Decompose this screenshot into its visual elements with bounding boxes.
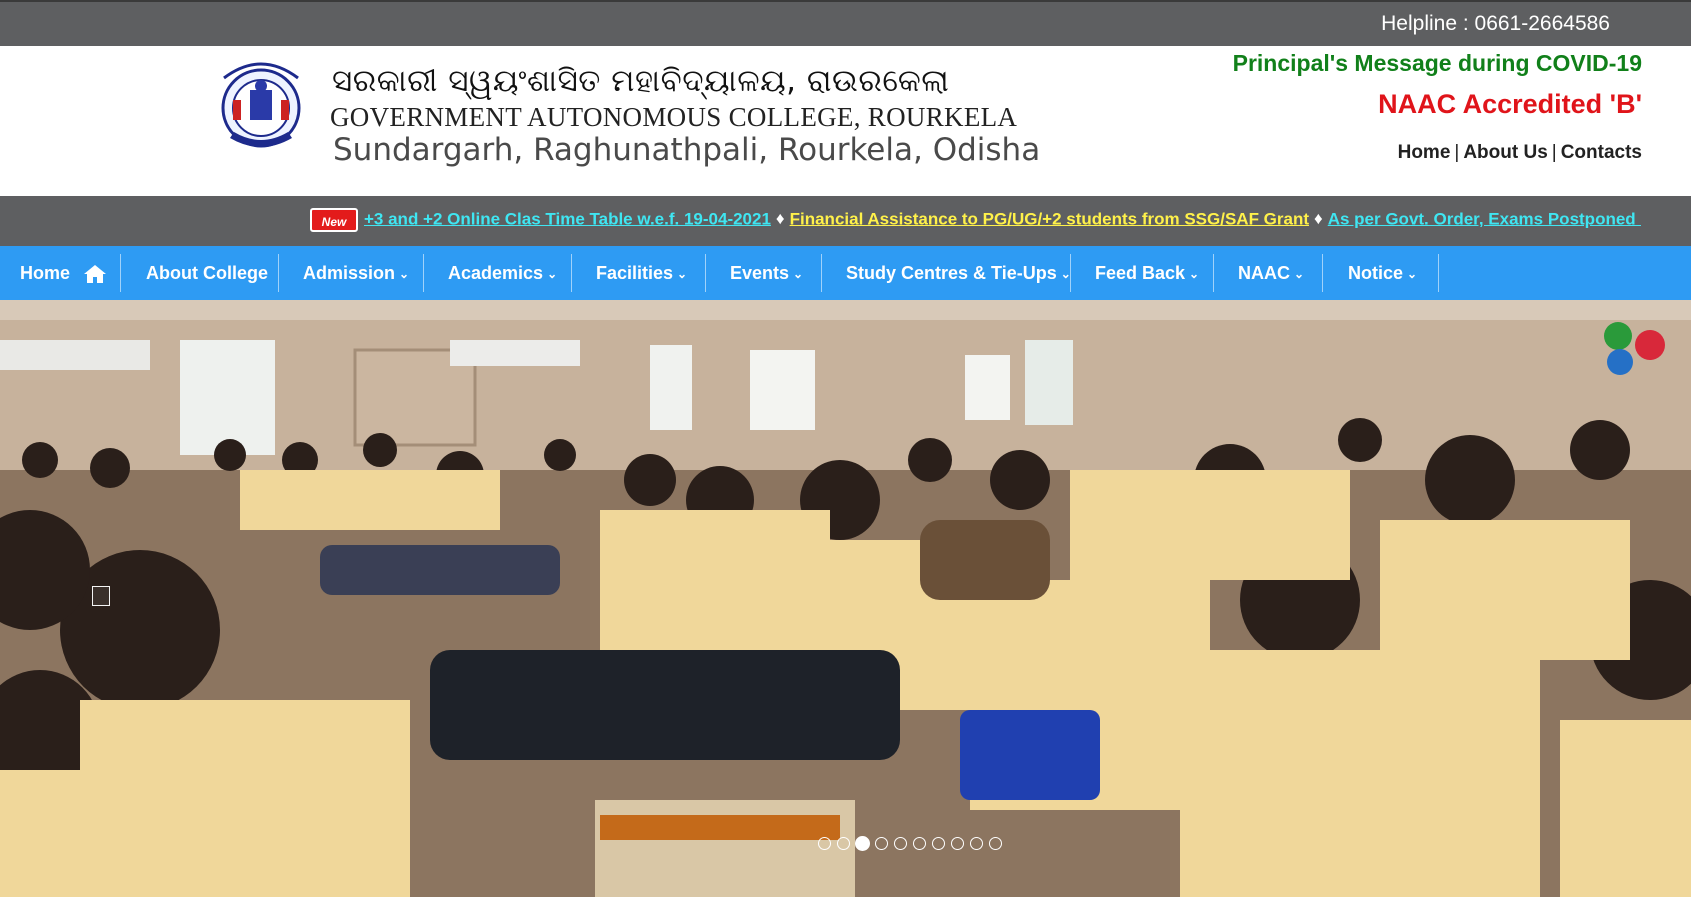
top-bar: Helpline : 0661-2664586 bbox=[0, 0, 1691, 46]
nav-academics-label: Academics bbox=[448, 263, 544, 283]
chevron-down-icon: ⌄ bbox=[1407, 267, 1418, 281]
ticker-separator: ♦ bbox=[775, 209, 785, 229]
nav-events[interactable]: Events ⌄ bbox=[730, 246, 803, 300]
nav-notice[interactable]: Notice ⌄ bbox=[1348, 246, 1417, 300]
college-seal-logo[interactable] bbox=[210, 56, 312, 156]
slider-dot[interactable] bbox=[875, 837, 888, 850]
top-links: Home | About Us | Contacts bbox=[1398, 142, 1642, 164]
helpline-text: Helpline : 0661-2664586 bbox=[1381, 12, 1610, 35]
nav-naac[interactable]: NAAC ⌄ bbox=[1238, 246, 1304, 300]
site-header: ସରକାରୀ ସ୍ୱୟଂଶାସିତ ମହାବିଦ୍ୟାଳୟ, ରାଉରକେଲା … bbox=[0, 46, 1691, 196]
slider-dot[interactable] bbox=[951, 837, 964, 850]
nav-academics[interactable]: Academics ⌄ bbox=[448, 246, 557, 300]
link-separator: | bbox=[1454, 142, 1460, 163]
nav-feed-back[interactable]: Feed Back ⌄ bbox=[1095, 246, 1199, 300]
chevron-down-icon: ⌄ bbox=[677, 267, 688, 281]
slider-dot[interactable] bbox=[970, 837, 983, 850]
slider-dot[interactable] bbox=[932, 837, 945, 850]
nav-divider bbox=[423, 254, 424, 292]
classroom-photo bbox=[0, 300, 1691, 897]
main-nav: Home About College Admission ⌄ Academics ⌄… bbox=[0, 246, 1691, 300]
nav-divider bbox=[1213, 254, 1214, 292]
chevron-down-icon: ⌄ bbox=[793, 267, 804, 281]
ticker-item-financial-assistance[interactable]: Financial Assistance to PG/UG/+2 student… bbox=[790, 209, 1309, 228]
new-badge: New bbox=[310, 208, 358, 232]
nav-feed-back-label: Feed Back bbox=[1095, 263, 1186, 283]
ticker-separator: ♦ bbox=[1314, 209, 1323, 229]
nav-about-college[interactable]: About College bbox=[146, 246, 268, 300]
news-ticker: New +3 and +2 Online Clas Time Table w.e.… bbox=[0, 196, 1691, 246]
slider-dot-active[interactable] bbox=[855, 836, 870, 851]
slider-dot[interactable] bbox=[989, 837, 1002, 850]
nav-home-label: Home bbox=[20, 263, 71, 283]
ticker-item-exams-postponed[interactable]: As per Govt. Order, Exams Postponed - Cl… bbox=[1328, 209, 1641, 228]
chevron-down-icon: ⌄ bbox=[1189, 267, 1200, 281]
nav-naac-label: NAAC bbox=[1238, 263, 1290, 283]
nav-study-centres[interactable]: Study Centres & Tie-Ups ⌄ bbox=[846, 246, 1071, 300]
college-address: Sundargarh, Raghunathpali, Rourkela, Odi… bbox=[333, 132, 1041, 168]
nav-facilities[interactable]: Facilities ⌄ bbox=[596, 246, 687, 300]
top-link-home[interactable]: Home bbox=[1398, 142, 1451, 163]
slider-dot[interactable] bbox=[913, 837, 926, 850]
college-name-odia: ସରକାରୀ ସ୍ୱୟଂଶାସିତ ମହାବିଦ୍ୟାଳୟ, ରାଉରକେଲା bbox=[332, 63, 950, 99]
naac-accreditation: NAAC Accredited 'B' bbox=[1378, 89, 1642, 119]
nav-events-label: Events bbox=[730, 263, 790, 283]
hero-slider[interactable] bbox=[0, 300, 1691, 897]
nav-divider bbox=[278, 254, 279, 292]
nav-about-college-label: About College bbox=[146, 263, 268, 283]
nav-admission-label: Admission bbox=[303, 263, 396, 283]
nav-divider bbox=[705, 254, 706, 292]
chevron-down-icon: ⌄ bbox=[1294, 267, 1305, 281]
nav-admission[interactable]: Admission ⌄ bbox=[303, 246, 409, 300]
slider-prev-button[interactable] bbox=[92, 586, 110, 606]
slider-dot[interactable] bbox=[894, 837, 907, 850]
nav-home[interactable]: Home bbox=[20, 246, 107, 300]
nav-notice-label: Notice bbox=[1348, 263, 1404, 283]
nav-study-centres-label: Study Centres & Tie-Ups bbox=[846, 263, 1057, 283]
chevron-down-icon: ⌄ bbox=[547, 267, 558, 281]
ticker-item-timetable[interactable]: +3 and +2 Online Clas Time Table w.e.f. … bbox=[364, 209, 771, 228]
nav-facilities-label: Facilities bbox=[596, 263, 674, 283]
principal-message-link[interactable]: Principal's Message during COVID-19 bbox=[1233, 50, 1642, 77]
chevron-down-icon: ⌄ bbox=[399, 267, 410, 281]
nav-divider bbox=[1070, 254, 1071, 292]
nav-divider bbox=[821, 254, 822, 292]
link-separator: | bbox=[1551, 142, 1557, 163]
home-icon bbox=[84, 265, 107, 284]
nav-divider bbox=[120, 254, 121, 292]
college-name: GOVERNMENT AUTONOMOUS COLLEGE, ROURKELA bbox=[330, 102, 1018, 132]
top-link-contacts[interactable]: Contacts bbox=[1561, 142, 1642, 163]
ticker-track: New +3 and +2 Online Clas Time Table w.e.… bbox=[310, 208, 1641, 234]
nav-divider bbox=[1322, 254, 1323, 292]
nav-divider bbox=[1438, 254, 1439, 292]
slider-dot[interactable] bbox=[837, 837, 850, 850]
slider-dot[interactable] bbox=[818, 837, 831, 850]
top-link-about-us[interactable]: About Us bbox=[1463, 142, 1547, 163]
nav-divider bbox=[571, 254, 572, 292]
